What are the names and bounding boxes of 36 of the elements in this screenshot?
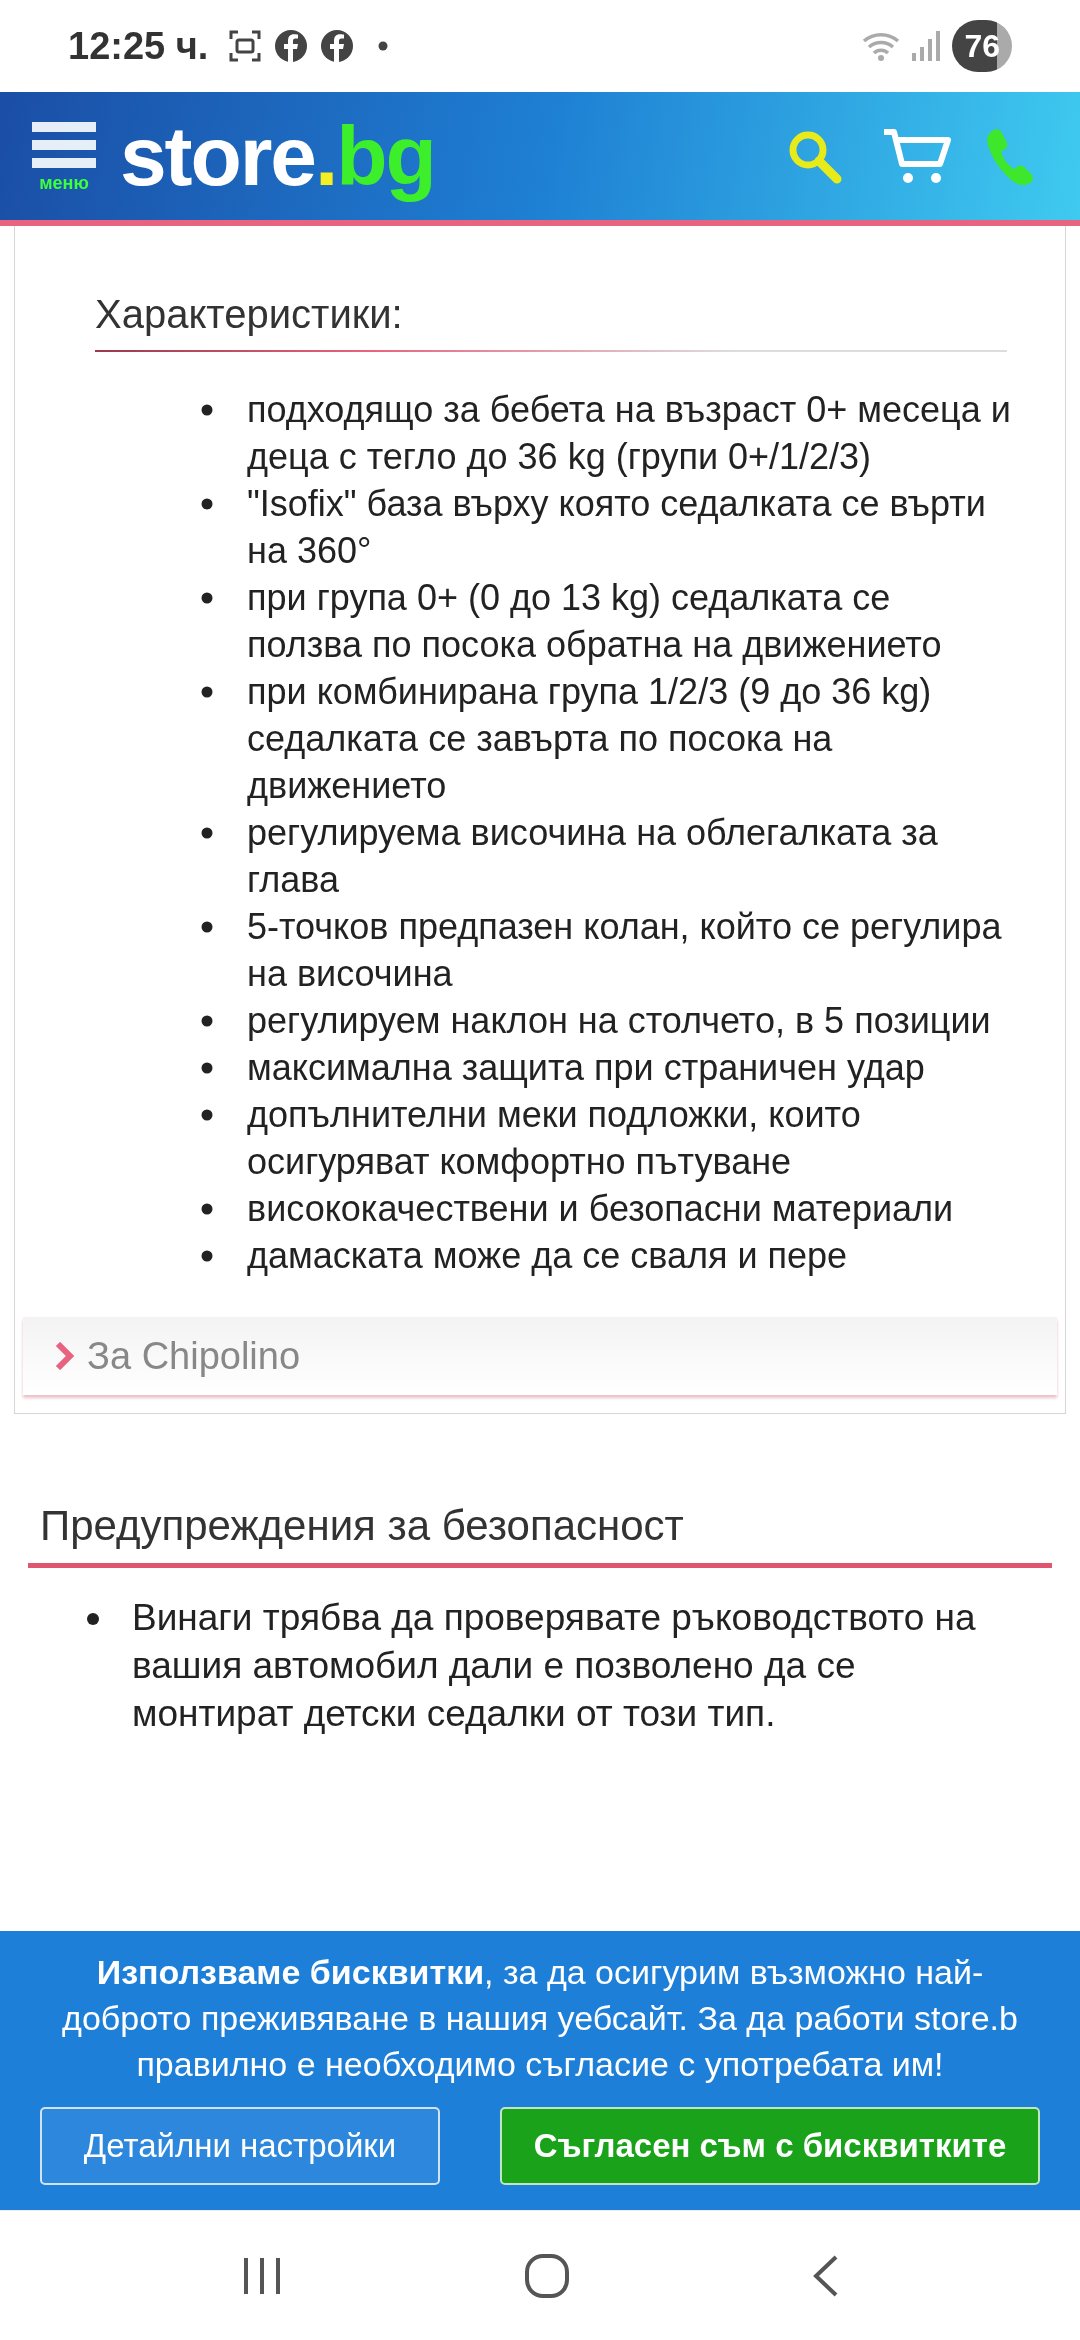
feature-item: регулируем наклон на столчето, в 5 позиции xyxy=(247,999,991,1043)
menu-button[interactable]: меню xyxy=(28,120,100,192)
chevron-right-icon xyxy=(53,1342,75,1370)
bullet-icon xyxy=(201,1203,213,1215)
cookie-message: Използваме бисквитки, за да осигурим възможно най-доброто преживяване в нашия уебсайт. За да работи store.b правилно е необходимо съгласие с употребата им! xyxy=(61,1952,1019,2085)
feature-item: дамаската може да се сваля и пере xyxy=(247,1234,848,1278)
dot-icon xyxy=(378,41,389,51)
bullet-icon xyxy=(86,1612,100,1626)
warning-item: Винаги трябва да проверявате ръководството на вашия автомобил дали е позволено да се монтират детски седалки от този тип. xyxy=(132,1597,976,1734)
feature-item: подходящо за бебета на възраст 0+ месеца и деца с тегло до 36 kg (групи 0+/1/2/3) xyxy=(247,388,1012,479)
bullet-icon xyxy=(201,1250,213,1262)
bullet-icon xyxy=(201,1015,213,1027)
menu-icon xyxy=(32,120,96,170)
facebook-icon xyxy=(274,29,309,63)
feature-item: регулируема височина на облегалката за глава xyxy=(247,811,939,902)
section-heading: Характеристики: xyxy=(95,292,403,336)
accordion-header[interactable]: За Chipolino xyxy=(23,1317,1057,1395)
bullet-icon xyxy=(201,592,213,604)
battery-level: 76 xyxy=(952,20,1012,72)
bullet-icon xyxy=(201,827,213,839)
accept-cookies-button[interactable]: Съгласен съм с бисквитките xyxy=(500,2107,1040,2185)
bullet-icon xyxy=(201,921,213,933)
bullet-icon xyxy=(201,1062,213,1074)
signal-icon xyxy=(910,29,941,63)
bullet-icon xyxy=(201,498,213,510)
cookie-settings-button[interactable]: Детайлни настройки xyxy=(40,2107,440,2185)
feature-item: максимална защита при страничен удар xyxy=(247,1046,925,1090)
status-time: 12:25 ч. xyxy=(68,23,209,69)
facebook-icon xyxy=(320,29,355,63)
screenshot-icon xyxy=(228,29,263,63)
bullet-icon xyxy=(201,686,213,698)
section-heading: Предупреждения за безопасност xyxy=(40,1502,684,1549)
bullet-icon xyxy=(201,404,213,416)
feature-item: висококачествени и безопасни материали xyxy=(247,1187,954,1231)
home-icon[interactable] xyxy=(524,2252,570,2299)
bullet-icon xyxy=(201,1109,213,1121)
